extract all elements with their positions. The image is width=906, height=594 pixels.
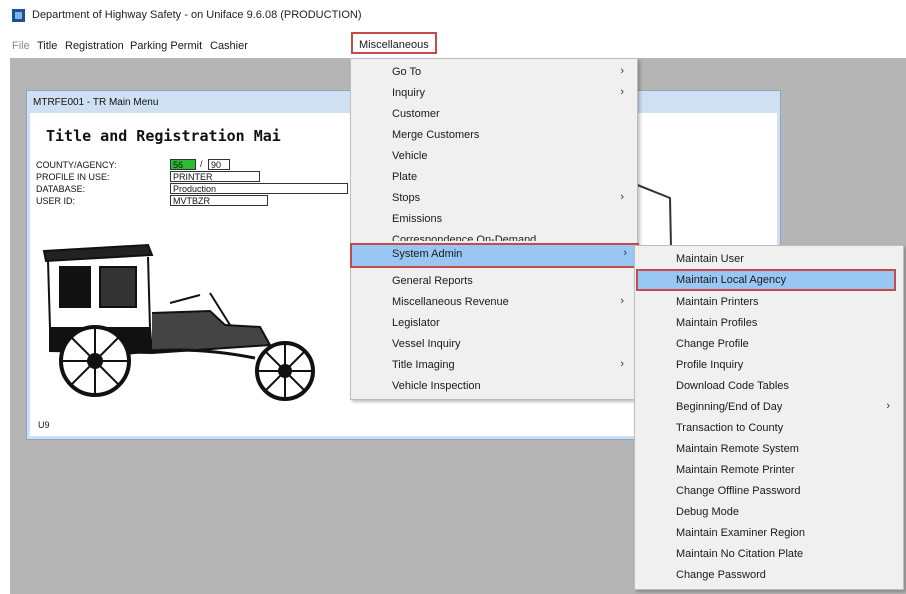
app-window-icon [12,9,25,22]
menu-item-label: Legislator [392,317,440,329]
menu-item-maintain-examiner-region[interactable]: Maintain Examiner Region [636,522,902,543]
menu-item-emissions[interactable]: Emissions [352,208,636,229]
menu-item-maintain-profiles[interactable]: Maintain Profiles [636,312,902,333]
user-id-label: USER ID: [36,196,76,206]
menu-item-customer[interactable]: Customer [352,103,636,124]
menu-item-maintain-remote-printer[interactable]: Maintain Remote Printer [636,459,902,480]
county-agency-separator: / [200,159,203,169]
menu-cashier[interactable]: Cashier [210,40,248,52]
menu-item-plate[interactable]: Plate [352,166,636,187]
menu-item-label: Maintain Remote System [676,443,799,455]
menu-item-label: System Admin [392,248,463,260]
county-agency-label: COUNTY/AGENCY: [36,160,117,170]
menu-item-label: Change Password [676,569,766,581]
system-admin-submenu: Maintain User Maintain Local Agency Main… [634,245,904,590]
menu-item-label: Merge Customers [392,129,480,141]
menu-item-label: Maintain Printers [676,296,759,308]
chevron-right-icon: › [620,65,624,77]
agency-field[interactable]: 90 [208,159,230,170]
menu-item-label: Plate [392,171,418,183]
miscellaneous-menu: Go To › Inquiry › Customer Merge Customers… [350,58,639,400]
menu-item-label: Miscellaneous Revenue [392,296,509,308]
menu-item-label: Maintain Local Agency [676,274,787,286]
menu-item-label: Change Offline Password [676,485,801,497]
menu-item-profile-inquiry[interactable]: Profile Inquiry [636,354,902,375]
menu-item-label: Vehicle [392,150,428,162]
menu-item-vehicle[interactable]: Vehicle [352,145,636,166]
menu-miscellaneous[interactable]: Miscellaneous [351,32,437,54]
menu-item-label: Debug Mode [676,506,739,518]
chevron-right-icon: › [620,358,624,370]
menu-registration[interactable]: Registration [65,40,124,52]
menu-title[interactable]: Title [37,40,57,52]
menu-item-label: Vehicle Inspection [392,380,481,392]
menu-bar: File Title Registration Parking Permit C… [0,28,906,58]
menu-item-inquiry[interactable]: Inquiry › [352,82,636,103]
menu-item-label: Maintain User [676,253,744,265]
menu-item-vessel-inquiry[interactable]: Vessel Inquiry [352,333,636,354]
menu-item-label: Maintain Examiner Region [676,527,806,539]
menu-item-label: Download Code Tables [676,380,789,392]
menu-item-go-to[interactable]: Go To › [352,61,636,82]
menu-item-label: Inquiry [392,87,426,99]
title-bar: Department of Highway Safety - on Unifac… [0,0,906,28]
menu-item-label: Customer [392,108,440,120]
menu-item-merge-customers[interactable]: Merge Customers [352,124,636,145]
antique-car-illustration [42,243,315,401]
menu-item-general-reports[interactable]: General Reports [352,270,636,291]
chevron-right-icon: › [623,247,627,259]
user-id-field[interactable]: MVTBZR [170,195,268,206]
menu-item-label: Maintain Profiles [676,317,758,329]
page-heading: Title and Registration Mai [46,127,281,145]
menu-item-label: Emissions [392,213,443,225]
menu-item-label: Profile Inquiry [676,359,744,371]
chevron-right-icon: › [886,400,890,412]
menu-item-transaction-to-county[interactable]: Transaction to County [636,417,902,438]
app-title: Department of Highway Safety - on Unifac… [32,9,362,21]
database-label: DATABASE: [36,184,86,194]
menu-item-label: Title Imaging [392,359,455,371]
chevron-right-icon: › [620,295,624,307]
menu-file[interactable]: File [12,40,30,52]
menu-item-vehicle-inspection[interactable]: Vehicle Inspection [352,375,636,396]
menu-item-download-code-tables[interactable]: Download Code Tables [636,375,902,396]
menu-item-label: Beginning/End of Day [676,401,783,413]
menu-item-maintain-no-citation-plate[interactable]: Maintain No Citation Plate [636,543,902,564]
menu-item-label: General Reports [392,275,473,287]
menu-item-maintain-user[interactable]: Maintain User [636,248,902,269]
menu-item-legislator[interactable]: Legislator [352,312,636,333]
menu-item-label: Stops [392,192,421,204]
menu-item-label: Transaction to County [676,422,784,434]
database-field[interactable]: Production [170,183,348,194]
chevron-right-icon: › [620,86,624,98]
profile-field[interactable]: PRINTER [170,171,260,182]
menu-item-change-password[interactable]: Change Password [636,564,902,585]
menu-item-maintain-printers[interactable]: Maintain Printers [636,291,902,312]
status-code: U9 [38,420,50,430]
menu-item-label: Change Profile [676,338,749,350]
county-field[interactable]: 56 [170,159,196,170]
chevron-right-icon: › [620,191,624,203]
menu-item-label: Go To [392,66,422,78]
menu-item-label: Vessel Inquiry [392,338,461,350]
window-title: MTRFE001 - TR Main Menu [33,97,159,108]
menu-item-miscellaneous-revenue[interactable]: Miscellaneous Revenue › [352,291,636,312]
menu-item-label: Maintain Remote Printer [676,464,795,476]
menu-item-beginning-end-of-day[interactable]: Beginning/End of Day › [636,396,902,417]
menu-item-change-offline-password[interactable]: Change Offline Password [636,480,902,501]
menu-item-label: Maintain No Citation Plate [676,548,804,560]
menu-item-debug-mode[interactable]: Debug Mode [636,501,902,522]
menu-item-change-profile[interactable]: Change Profile [636,333,902,354]
menu-item-stops[interactable]: Stops › [352,187,636,208]
menu-parking-permit[interactable]: Parking Permit [130,40,202,52]
menu-item-system-admin[interactable]: System Admin › [350,243,639,268]
menu-item-maintain-remote-system[interactable]: Maintain Remote System [636,438,902,459]
menu-item-title-imaging[interactable]: Title Imaging › [352,354,636,375]
profile-label: PROFILE IN USE: [36,172,110,182]
menu-item-maintain-local-agency[interactable]: Maintain Local Agency [636,269,896,291]
